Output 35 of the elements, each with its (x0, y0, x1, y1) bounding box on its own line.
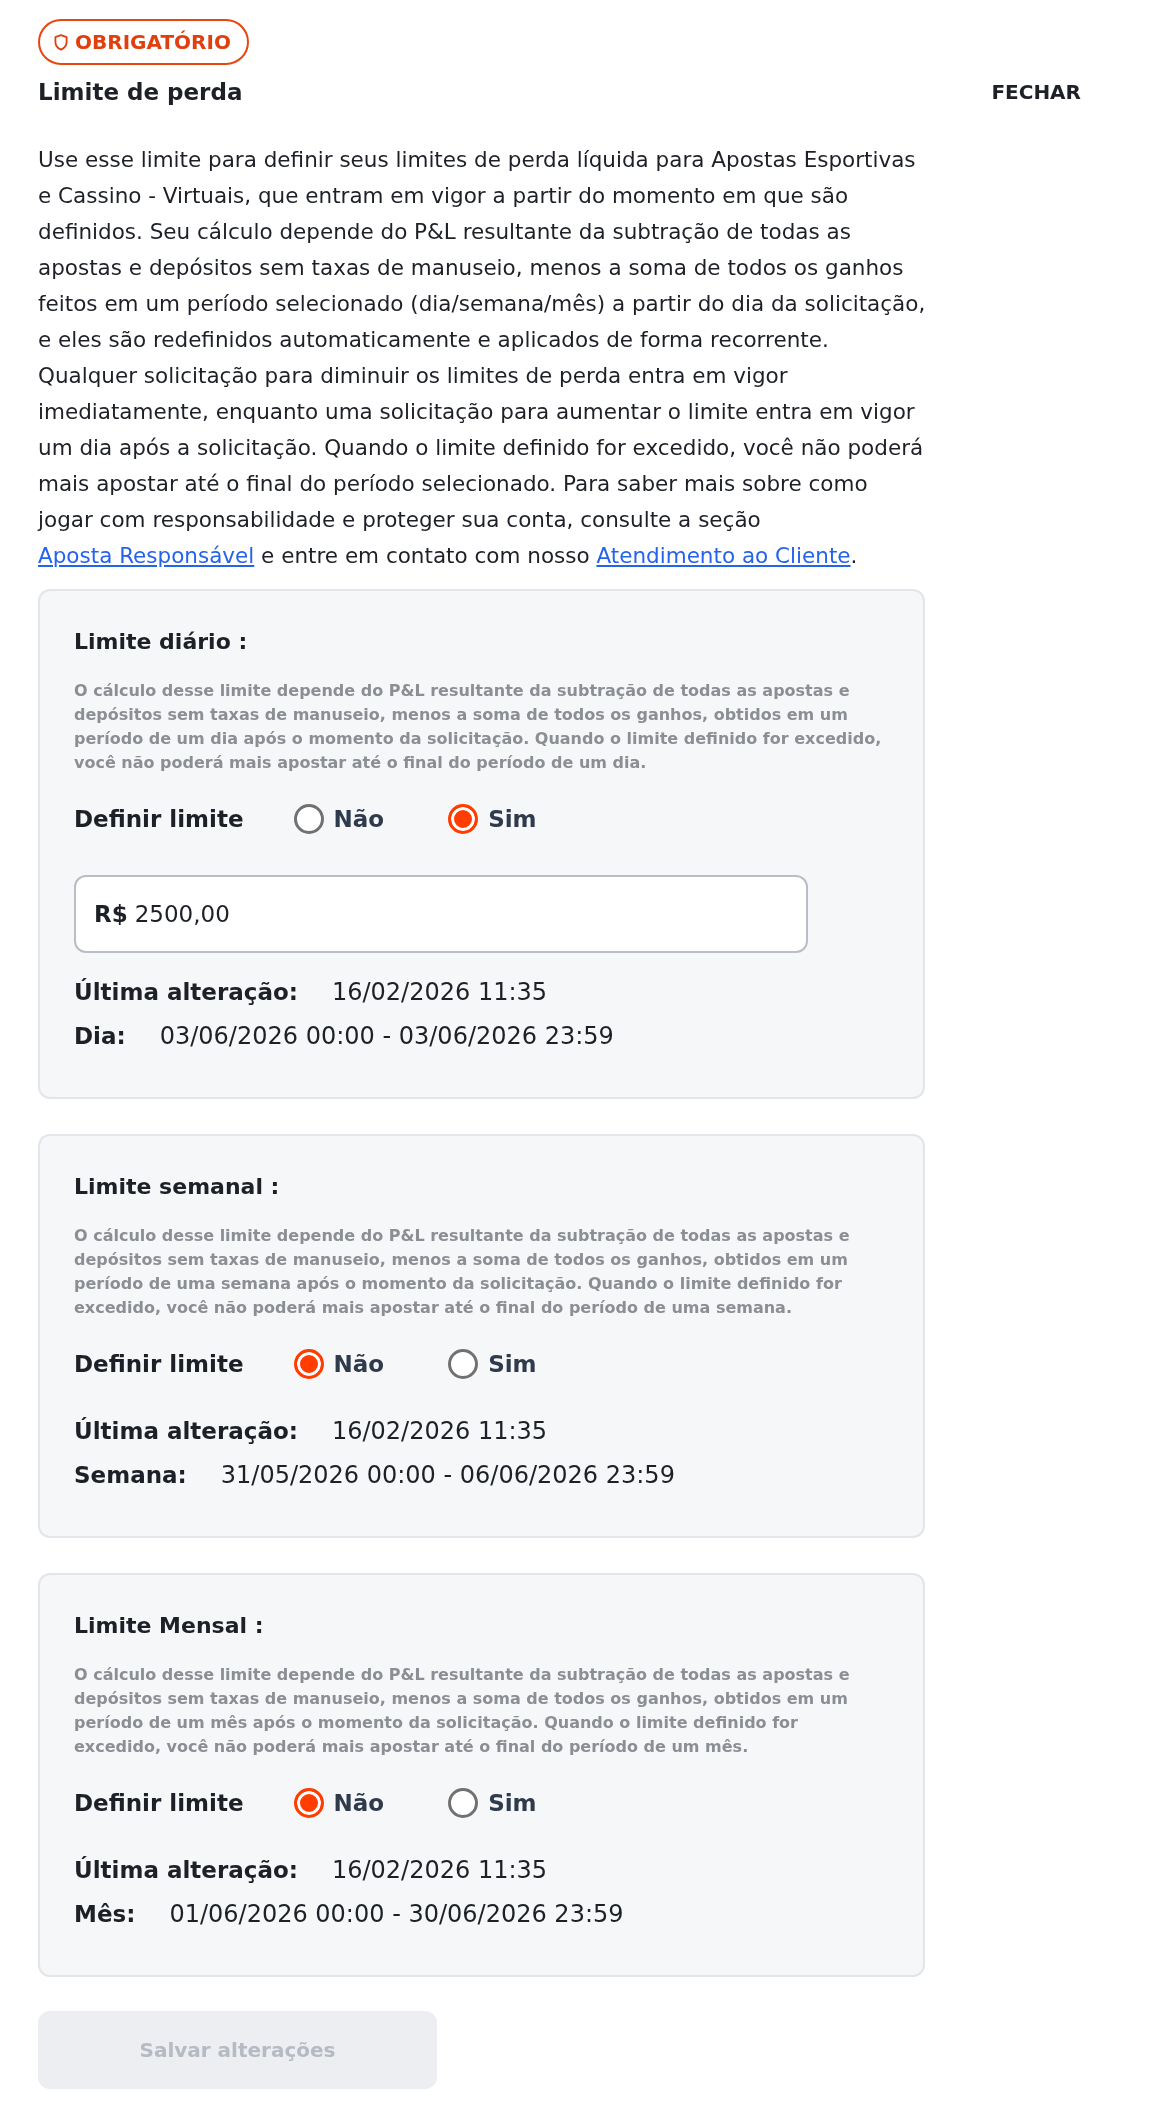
radio-option[interactable]: Sim (448, 1347, 537, 1381)
limit-description: O cálculo desse limite depende do P&L resultante da subtração de todas as apostas e depósitos sem taxas de manuseio, menos a soma de todos os ganhos, obtidos em um período de uma semana após o momento da solicitação. Quando o limite definido for excedido, você não poderá mais apostar até o final do período de uma semana. (74, 1225, 851, 1319)
radio-option[interactable]: Sim (448, 1786, 537, 1820)
card-title: Limite semanal : (74, 1173, 281, 1201)
intro-text: Use esse limite para definir seus limites de perda líquida para Apostas Esportivas e Cassino - Virtuais, que entram em vigor a partir do momento em que são definidos. Seu cálculo depende do P&L resultante da subtração de todas as apostas e depósitos sem taxas de manuseio, menos a soma de todos os ganhos feitos em um período selecionado (dia/semana/mês) a partir do dia da solicitação, e eles são redefinidos automaticamente e aplicados de forma recorrente. Qualquer solicitação para diminuir os limites de perda entra em vigor imediatamente, enquanto uma solicitação para aumentar o limite entra em vigor um dia após a solicitação. Quando o limite definido for excedido, você não poderá mais apostar até o final do período selecionado. Para saber mais sobre como jogar com responsabilidade e proteger sua conta, consulte a seção Aposta Responsável e entre em contato com nosso Atendimento ao Cliente. (38, 146, 927, 570)
info-value: 01/06/2026 00:00 - 30/06/2026 23:59 (169, 1899, 624, 1930)
info-value: 16/02/2026 11:35 (331, 977, 548, 1008)
define-limit-label: Definir limite (74, 1350, 244, 1379)
info-value: 16/02/2026 11:35 (331, 1855, 548, 1886)
limit-description: O cálculo desse limite depende do P&L resultante da subtração de todas as apostas e depósitos sem taxas de manuseio, menos a soma de todos os ganhos, obtidos em um período de um dia após o momento da solicitação. Quando o limite definido for excedido, você não poderá mais apostar até o final do período de um dia. (74, 680, 883, 774)
amount-field[interactable]: R$ 2500,00 (74, 875, 808, 953)
info-value: 03/06/2026 00:00 - 03/06/2026 23:59 (159, 1021, 614, 1052)
info-label: Última alteração: (74, 977, 298, 1007)
required-label: OBRIGATÓRIO (75, 29, 231, 55)
page-title: Limite de perda (38, 78, 243, 107)
info-label: Última alteração: (74, 1416, 298, 1446)
radio-option[interactable]: Sim (448, 802, 537, 836)
close-button[interactable]: FECHAR (991, 77, 1081, 107)
radio-option[interactable]: Não (293, 1347, 385, 1381)
radio-option[interactable]: Não (293, 802, 385, 836)
text-link[interactable]: Aposta Responsável (38, 543, 255, 568)
define-limit-label: Definir limite (74, 1789, 244, 1818)
define-limit-label: Definir limite (74, 805, 244, 834)
card-title: Limite Mensal : (74, 1612, 265, 1640)
info-value: 31/05/2026 00:00 - 06/06/2026 23:59 (220, 1460, 675, 1491)
info-label: Última alteração: (74, 1855, 298, 1885)
card-title: Limite diário : (74, 628, 249, 656)
shield-icon (54, 33, 68, 51)
info-label: Semana: (74, 1461, 187, 1490)
info-value: 16/02/2026 11:35 (331, 1416, 548, 1447)
info-label: Dia: (74, 1022, 126, 1051)
limit-description: O cálculo desse limite depende do P&L resultante da subtração de todas as apostas e depósitos sem taxas de manuseio, menos a soma de todos os ganhos, obtidos em um período de um mês após o momento da solicitação. Quando o limite definido for excedido, você não poderá mais apostar até o final do período de um mês. (74, 1664, 851, 1758)
text-link[interactable]: Atendimento ao Cliente (596, 543, 851, 568)
info-label: Mês: (74, 1900, 136, 1929)
radio-option[interactable]: Não (293, 1786, 385, 1820)
